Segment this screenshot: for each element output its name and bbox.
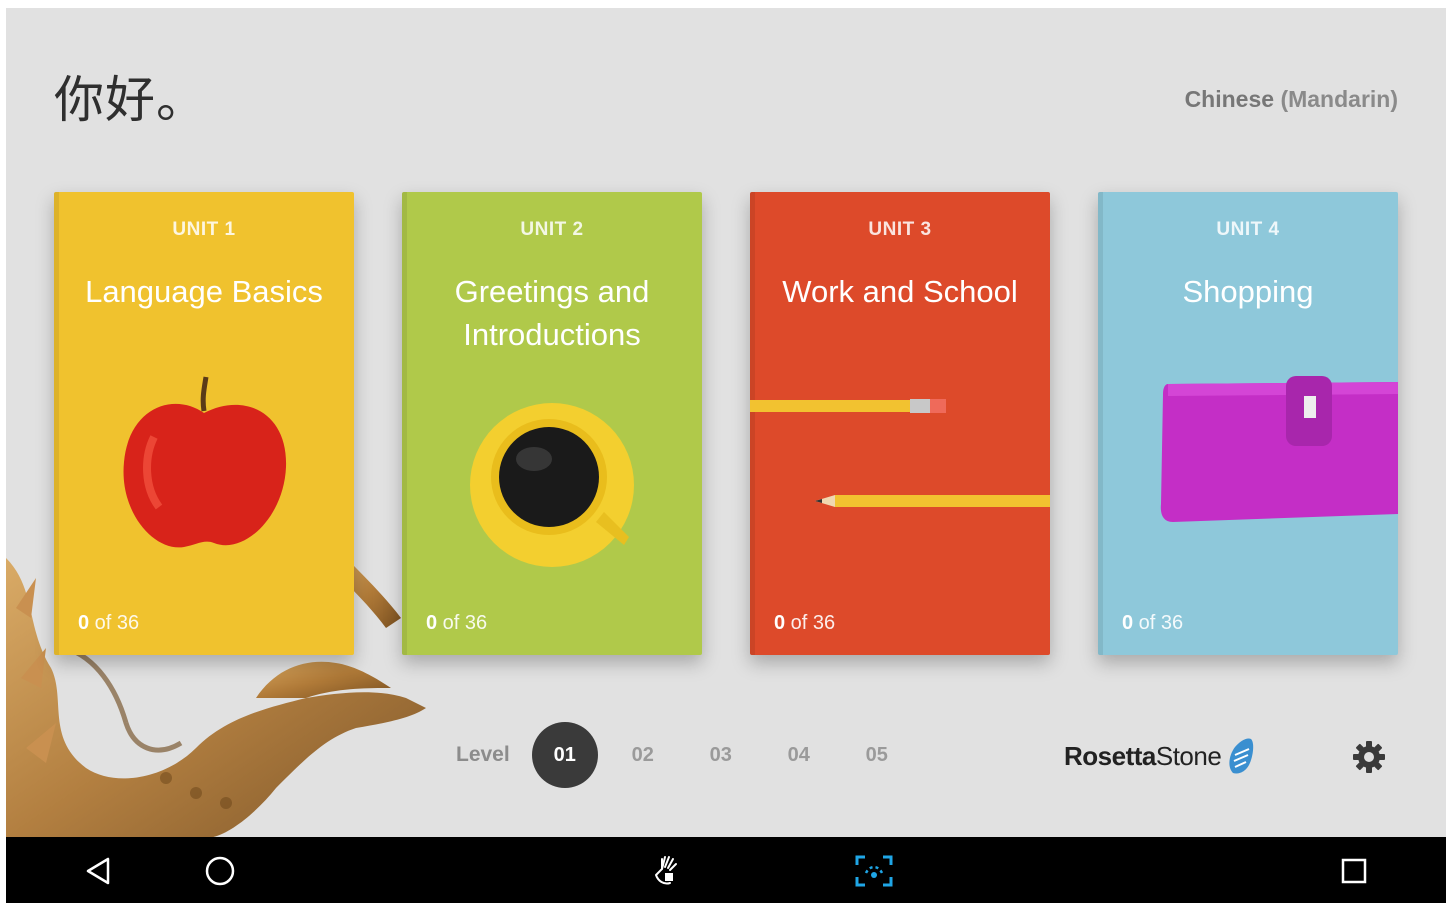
screen-capture-icon[interactable] (854, 853, 894, 889)
square-recents-icon[interactable] (1336, 853, 1372, 889)
circle-home-icon[interactable] (202, 853, 238, 889)
unit-card-1[interactable]: UNIT 1 Language Basics 0 of 36 (54, 192, 354, 655)
unit-progress: 0 of 36 (426, 612, 488, 634)
unit-number: UNIT 3 (868, 219, 932, 240)
course-language-label[interactable]: Chinese (Mandarin) (1185, 86, 1398, 113)
greeting-title: 你好。 (54, 71, 207, 129)
unit-number: UNIT 1 (172, 219, 236, 240)
unit-title: Work and School (782, 274, 1018, 309)
level-button-01[interactable]: 01 (531, 722, 598, 788)
unit-title: Language Basics (85, 274, 323, 309)
level-button-04[interactable]: 04 (766, 722, 832, 788)
app-screen: 你好。 Chinese (Mandarin) UNIT 1 Language B… (6, 8, 1446, 837)
unit-title: Shopping (1182, 274, 1314, 309)
rosetta-stone-icon (1229, 738, 1254, 774)
course-language: Chinese (1184, 86, 1275, 112)
level-selector: Level 01 02 03 04 05 (456, 722, 922, 788)
system-nav-bar (6, 837, 1446, 903)
rosetta-stone-logo: RosettaStone (1064, 736, 1255, 776)
unit-number: UNIT 4 (1216, 219, 1280, 240)
unit-progress: 0 of 36 (1122, 612, 1184, 634)
gear-icon[interactable] (1351, 739, 1387, 775)
coffee-cup-image (470, 403, 634, 567)
level-button-03[interactable]: 03 (688, 722, 754, 788)
unit-title: Greetings and Introductions (454, 274, 650, 352)
brand-name: RosettaStone (1064, 740, 1222, 771)
unit-card-3[interactable]: UNIT 3 Work and School 0 of 36 (750, 192, 1050, 655)
unit-number: UNIT 2 (520, 219, 584, 240)
unit-progress: 0 of 36 (78, 612, 140, 634)
hand-gesture-icon[interactable] (648, 853, 684, 889)
unit-card-2[interactable]: UNIT 2 Greetings and Introductions 0 of … (402, 192, 702, 655)
pencils-image (750, 399, 1050, 507)
level-button-05[interactable]: 05 (844, 722, 910, 788)
unit-card-4[interactable]: UNIT 4 Shopping 0 of 36 (1098, 192, 1398, 655)
triangle-back-icon[interactable] (80, 853, 116, 889)
level-label: Level (456, 743, 510, 766)
wallet-image (1160, 376, 1398, 522)
level-button-02[interactable]: 02 (610, 722, 676, 788)
apple-image (123, 376, 287, 548)
course-variant: (Mandarin) (1280, 86, 1398, 112)
unit-progress: 0 of 36 (774, 612, 836, 634)
